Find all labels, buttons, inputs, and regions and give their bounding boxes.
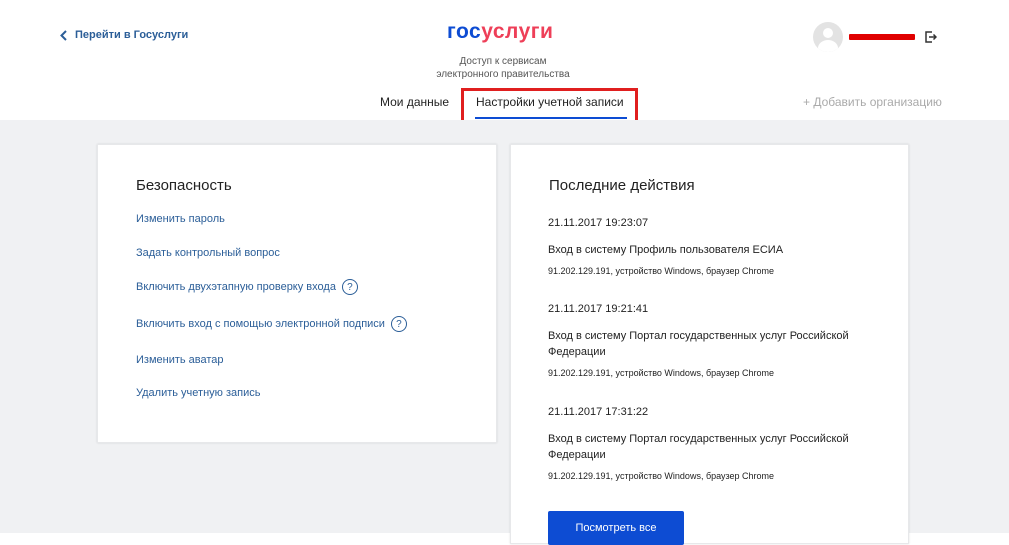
- activity-time: 21.11.2017 19:23:07: [548, 217, 649, 229]
- activity-details: 91.202.129.191, устройство Windows, брау…: [548, 471, 775, 481]
- set-security-question-link[interactable]: Задать контрольный вопрос: [136, 247, 280, 259]
- view-all-button[interactable]: Посмотреть все: [548, 511, 684, 545]
- activity-time: 21.11.2017 17:31:22: [548, 406, 649, 418]
- enable-esignature-login-link[interactable]: Включить вход с помощью электронной подп…: [136, 316, 407, 332]
- change-password-link[interactable]: Изменить пароль: [136, 213, 225, 225]
- recent-actions-title: Последние действия: [549, 177, 695, 194]
- activity-title: Вход в систему Портал государственных ус…: [548, 433, 849, 461]
- enable-two-step-link[interactable]: Включить двухэтапную проверку входа ?: [136, 279, 358, 295]
- activity-details: 91.202.129.191, устройство Windows, брау…: [548, 368, 775, 378]
- gosuslugi-logo[interactable]: госуслуги: [447, 20, 553, 44]
- tagline: Доступ к сервисам электронного правитель…: [436, 56, 570, 80]
- security-title: Безопасность: [136, 177, 232, 194]
- help-icon[interactable]: ?: [390, 316, 407, 332]
- activity-title: Вход в систему Профиль пользователя ЕСИА: [548, 244, 784, 256]
- change-avatar-link[interactable]: Изменить аватар: [136, 354, 224, 366]
- help-icon[interactable]: ?: [341, 279, 358, 295]
- activity-item: 21.11.2017 19:21:41 Вход в систему Порта…: [548, 303, 878, 378]
- tab-my-data[interactable]: Мои данные: [380, 95, 449, 109]
- logout-icon[interactable]: [925, 31, 937, 43]
- delete-account-link[interactable]: Удалить учетную запись: [136, 387, 260, 399]
- add-organization-link[interactable]: + Добавить организацию: [803, 95, 942, 109]
- security-card: Безопасность Изменить пароль Задать конт…: [97, 144, 497, 443]
- user-name-redacted[interactable]: [849, 34, 915, 40]
- chevron-left-icon: [60, 29, 67, 41]
- activity-time: 21.11.2017 19:21:41: [548, 303, 649, 315]
- user-avatar-icon[interactable]: [813, 22, 843, 52]
- back-link-label: Перейти в Госуслуги: [75, 29, 189, 41]
- user-block: [813, 22, 937, 52]
- activity-item: 21.11.2017 19:23:07 Вход в систему Профи…: [548, 217, 878, 276]
- activity-details: 91.202.129.191, устройство Windows, брау…: [548, 266, 775, 276]
- recent-actions-card: Последние действия 21.11.2017 19:23:07 В…: [510, 144, 909, 545]
- back-to-gosuslugi-link[interactable]: Перейти в Госуслуги: [60, 29, 188, 41]
- activity-item: 21.11.2017 17:31:22 Вход в систему Порта…: [548, 406, 878, 481]
- activity-title: Вход в систему Портал государственных ус…: [548, 330, 849, 358]
